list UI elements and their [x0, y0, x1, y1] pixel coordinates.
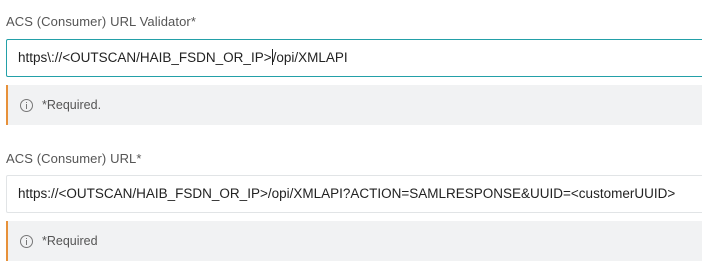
acs-validator-value-end: /opi/XMLAPI	[272, 50, 348, 65]
acs-url-label: ACS (Consumer) URL*	[6, 151, 142, 166]
acs-validator-hint: *Required.	[6, 85, 702, 125]
acs-validator-input[interactable]: https\://<OUTSCAN/HAIB_FSDN_OR_IP>/opi/X…	[6, 39, 702, 77]
acs-url-value: https://<OUTSCAN/HAIB_FSDN_OR_IP>/opi/XM…	[18, 186, 676, 201]
acs-url-hint: *Required	[6, 221, 702, 261]
acs-validator-value-start: https\://<OUTSCAN/HAIB_FSDN_OR_IP>	[18, 50, 272, 65]
acs-validator-hint-text: *Required.	[42, 98, 102, 112]
acs-validator-label: ACS (Consumer) URL Validator*	[6, 14, 197, 29]
acs-url-hint-text: *Required	[42, 234, 98, 248]
acs-url-input[interactable]: https://<OUTSCAN/HAIB_FSDN_OR_IP>/opi/XM…	[6, 175, 702, 213]
info-icon	[20, 234, 33, 248]
info-icon	[20, 98, 33, 112]
